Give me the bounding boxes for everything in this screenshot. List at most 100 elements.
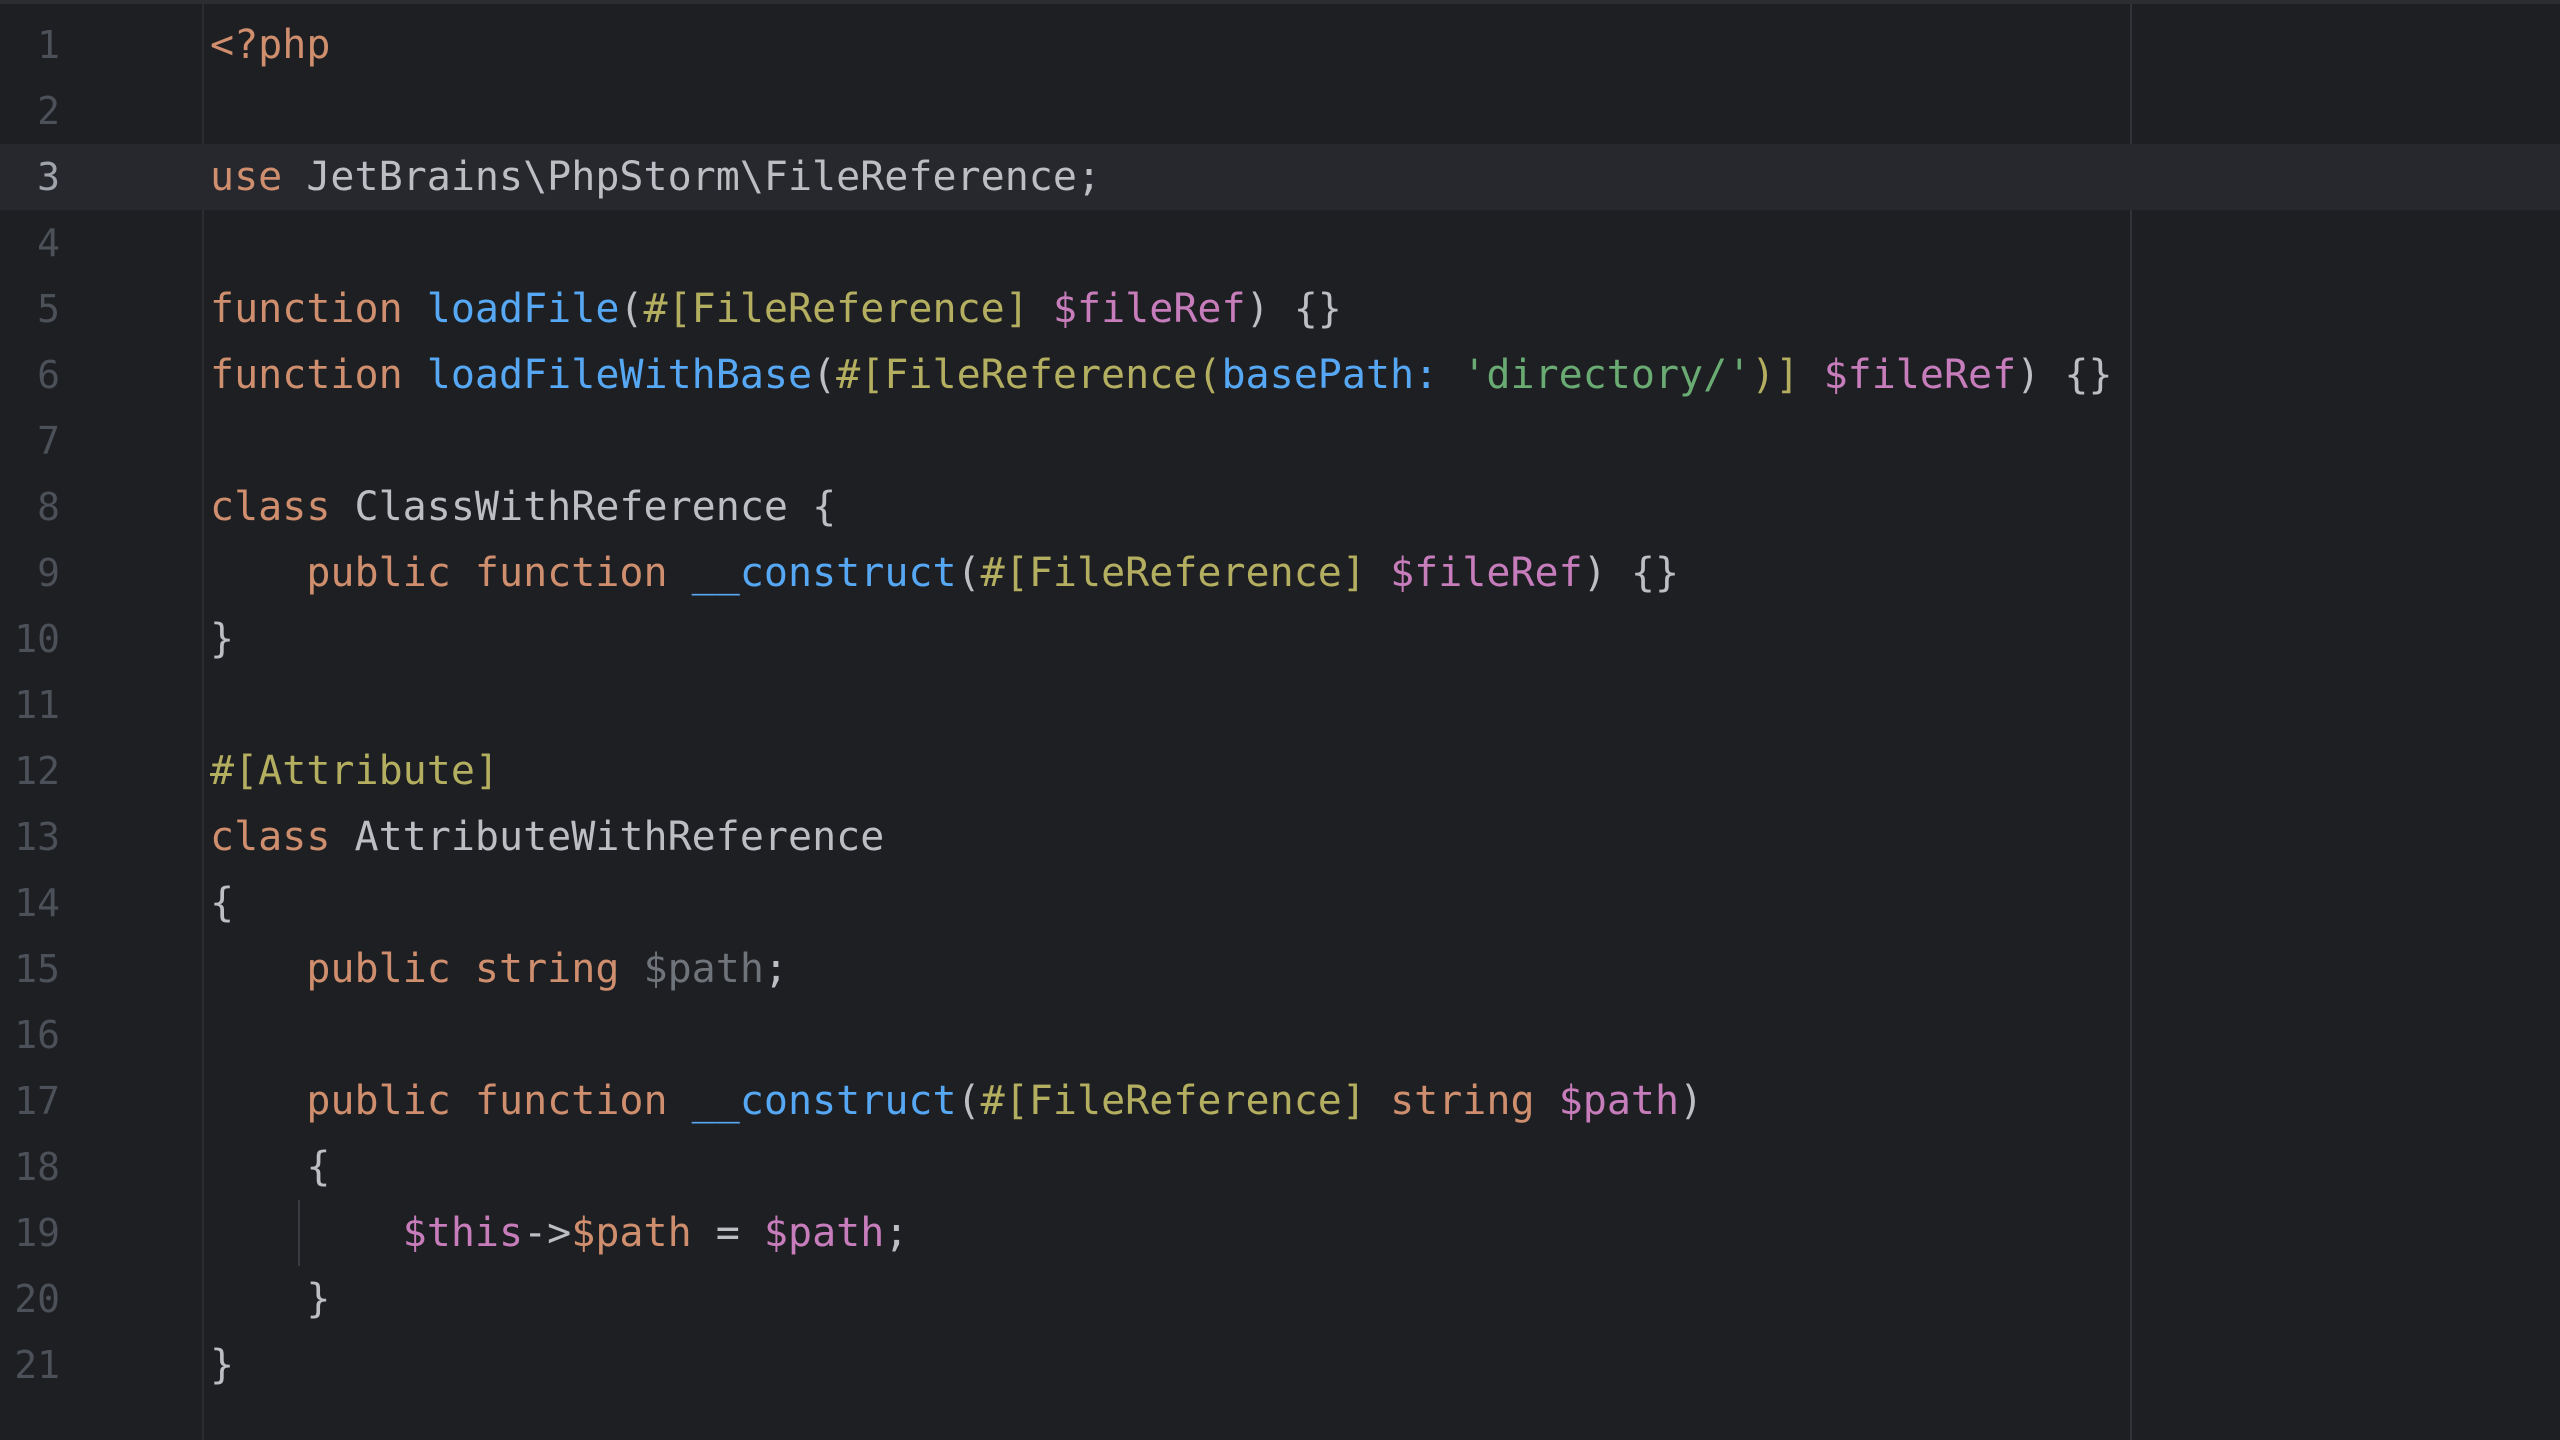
code-token: <?php (210, 22, 331, 68)
code-line[interactable]: 20 } (0, 1266, 2560, 1332)
code-text[interactable]: #[Attribute] (210, 738, 499, 804)
line-number[interactable]: 20 (0, 1266, 60, 1332)
code-token: class (210, 814, 331, 860)
code-token: ) {} (2016, 352, 2113, 398)
line-number[interactable]: 6 (0, 342, 60, 408)
code-token: basePath: (1221, 352, 1439, 398)
code-line[interactable]: 1 <?php (0, 12, 2560, 78)
code-token: __construct (691, 1078, 957, 1124)
code-text[interactable]: } (210, 1266, 330, 1332)
code-token: $path (1558, 1078, 1680, 1124)
code-text[interactable]: class ClassWithReference { (210, 474, 836, 540)
code-text[interactable]: public function __construct(#[FileRefere… (210, 540, 1679, 606)
line-number[interactable]: 3 (0, 144, 60, 210)
code-line[interactable]: 7 (0, 408, 2560, 474)
code-token: } (210, 1276, 331, 1322)
code-token: } (210, 616, 235, 662)
code-text[interactable]: } (210, 606, 234, 672)
code-token: $path (571, 1210, 692, 1256)
code-line[interactable]: 16 (0, 1002, 2560, 1068)
code-line[interactable]: 18 { (0, 1134, 2560, 1200)
line-number[interactable]: 14 (0, 870, 60, 936)
code-token: ( (812, 352, 837, 398)
code-token: #[FileReference] (980, 1078, 1366, 1124)
code-text[interactable]: $this->$path = $path; (210, 1200, 909, 1266)
code-token: ) {} (1245, 286, 1342, 332)
line-number[interactable]: 17 (0, 1068, 60, 1134)
code-token: $this (402, 1210, 524, 1256)
code-token: loadFile (426, 286, 620, 332)
line-number[interactable]: 12 (0, 738, 60, 804)
code-text[interactable]: function loadFileWithBase(#[FileReferenc… (210, 342, 2113, 408)
code-token: $path (643, 946, 764, 992)
code-line[interactable]: 11 (0, 672, 2560, 738)
line-number[interactable]: 21 (0, 1332, 60, 1398)
code-editor[interactable]: 1 <?php 2 3 use JetBrains\PhpStorm\FileRefer… (0, 0, 2560, 1440)
line-number[interactable]: 18 (0, 1134, 60, 1200)
code-text[interactable]: public function __construct(#[FileRefere… (210, 1068, 1703, 1134)
code-line[interactable]: 21} (0, 1332, 2560, 1398)
code-line[interactable]: 17 public function __construct(#[FileRef… (0, 1068, 2560, 1134)
line-number[interactable]: 1 (0, 12, 60, 78)
code-text[interactable]: } (210, 1332, 234, 1398)
code-token: string (1390, 1078, 1535, 1124)
code-line[interactable]: 13 class AttributeWithReference (0, 804, 2560, 870)
code-text[interactable]: <?php (210, 12, 330, 78)
code-text[interactable]: { (210, 870, 234, 936)
line-number[interactable]: 7 (0, 408, 60, 474)
code-text[interactable]: use JetBrains\PhpStorm\FileReference; (210, 144, 1101, 210)
code-line[interactable]: 12 #[Attribute] (0, 738, 2560, 804)
code-token: #[Attribute] (210, 748, 499, 794)
code-line[interactable]: 5 function loadFile(#[FileReference] $fil… (0, 276, 2560, 342)
line-number[interactable]: 16 (0, 1002, 60, 1068)
code-text[interactable]: { (210, 1134, 330, 1200)
code-token: loadFileWithBase (426, 352, 813, 398)
code-token: { (210, 880, 235, 926)
code-token: JetBrains\PhpStorm\FileReference; (282, 154, 1102, 200)
code-line[interactable]: 6 function loadFileWithBase(#[FileReferen… (0, 342, 2560, 408)
code-line[interactable]: 9 public function __construct(#[FileRefe… (0, 540, 2560, 606)
code-token: -> (523, 1210, 572, 1256)
line-number[interactable]: 4 (0, 210, 60, 276)
code-token: $fileRef (1823, 352, 2017, 398)
line-number[interactable]: 13 (0, 804, 60, 870)
code-line[interactable]: 3 use JetBrains\PhpStorm\FileReference; (0, 144, 2560, 210)
code-token: = (691, 1210, 764, 1256)
line-number[interactable]: 19 (0, 1200, 60, 1266)
code-line[interactable]: 15 public string $path; (0, 936, 2560, 1002)
code-line[interactable]: 19 $this->$path = $path; (0, 1200, 2560, 1266)
code-token: ; (763, 946, 789, 992)
code-token: ) (1679, 1078, 1704, 1124)
code-token: ClassWithReference { (330, 484, 837, 530)
line-number[interactable]: 11 (0, 672, 60, 738)
line-number[interactable]: 8 (0, 474, 60, 540)
code-token: ; (884, 1210, 909, 1256)
line-number[interactable]: 10 (0, 606, 60, 672)
code-token: ( (619, 286, 644, 332)
code-token: function (210, 352, 403, 398)
code-token: $fileRef (1390, 550, 1583, 596)
line-number[interactable]: 9 (0, 540, 60, 606)
code-token: ( (956, 550, 981, 596)
line-number[interactable]: 15 (0, 936, 60, 1002)
code-text[interactable]: function loadFile(#[FileReference] $file… (210, 276, 1342, 342)
code-token: class (210, 484, 331, 530)
code-line[interactable]: 14 { (0, 870, 2560, 936)
code-text[interactable]: public string $path; (210, 936, 788, 1002)
code-line[interactable]: 4 (0, 210, 2560, 276)
code-line[interactable]: 10} (0, 606, 2560, 672)
code-line[interactable]: 2 (0, 78, 2560, 144)
code-token: __construct (691, 550, 957, 596)
code-token: { (210, 1144, 331, 1190)
code-line[interactable]: 8 class ClassWithReference { (0, 474, 2560, 540)
code-token: AttributeWithReference (330, 814, 885, 860)
code-text[interactable]: class AttributeWithReference (210, 804, 884, 870)
line-number[interactable]: 5 (0, 276, 60, 342)
line-number[interactable]: 2 (0, 78, 60, 144)
